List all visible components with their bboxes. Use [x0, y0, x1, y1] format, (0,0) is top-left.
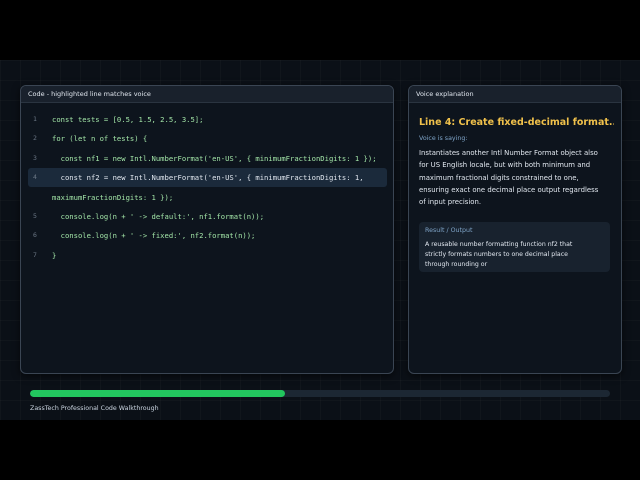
line-number: 1 — [33, 115, 37, 123]
code-line: maximumFractionDigits: 1 }); — [21, 188, 393, 207]
voice-description: Instantiates another Intl Number Format … — [419, 149, 599, 207]
footer-brand: ZassTech Professional Code Walkthrough — [30, 405, 159, 412]
line-number: 7 — [33, 250, 37, 259]
code-line: 1 const tests = [0.5, 1.5, 2.5, 3.5]; — [21, 110, 393, 129]
code-text: const nf1 = new Intl.NumberFormat('en-US… — [52, 153, 377, 163]
code-line: 6 console.log(n + ' -> fixed:', nf2.form… — [21, 226, 393, 245]
code-text: console.log(n + ' -> fixed:', nf2.format… — [52, 231, 256, 241]
code-line: 4 const nf2 = new Intl.NumberFormat('en-… — [21, 168, 393, 188]
code-text: const nf2 = new Intl.NumberFormat('en-US… — [52, 173, 364, 183]
code-panel-header: Code - highlighted line matches voice — [21, 86, 393, 103]
progress-fill — [30, 390, 286, 397]
result-box: Result / Output A reusable number format… — [419, 222, 610, 272]
code-text: const tests = [0.5, 1.5, 2.5, 3.5]; — [52, 115, 204, 124]
line-number: 5 — [33, 212, 37, 220]
line-number: 2 — [33, 134, 37, 143]
code-panel: Code - highlighted line matches voice 1 c… — [20, 85, 394, 374]
code-text: } — [52, 250, 57, 260]
voice-title: Line 4: Create fixed-decimal format... — [419, 117, 614, 128]
voice-label: Voice is saying: — [419, 135, 468, 142]
code-body: 1 const tests = [0.5, 1.5, 2.5, 3.5]; 2 for… — [21, 102, 393, 373]
code-line: 3 const nf1 = new Intl.NumberFormat('en-… — [21, 149, 393, 168]
result-text: A reusable number formatting function nf… — [425, 241, 573, 268]
voice-panel-header: Voice explanation — [409, 86, 621, 103]
code-text: console.log(n + ' -> default:', nf1.form… — [52, 212, 265, 221]
walkthrough-stage: Code - highlighted line matches voice 1 c… — [0, 60, 640, 420]
line-number: 4 — [33, 173, 37, 182]
code-line: 2 for (let n of tests) { — [21, 129, 393, 148]
code-line: 5 console.log(n + ' -> default:', nf1.fo… — [21, 207, 393, 226]
code-text: maximumFractionDigits: 1 }); — [52, 192, 174, 202]
code-line: 7} — [21, 246, 393, 265]
progress-bar — [30, 390, 610, 397]
code-text: for (let n of tests) { — [52, 134, 148, 144]
line-number: 3 — [33, 153, 37, 162]
result-label: Result / Output — [425, 227, 473, 234]
voice-panel: Voice explanation Line 4: Create fixed-d… — [408, 85, 622, 374]
line-number: 6 — [33, 231, 37, 240]
